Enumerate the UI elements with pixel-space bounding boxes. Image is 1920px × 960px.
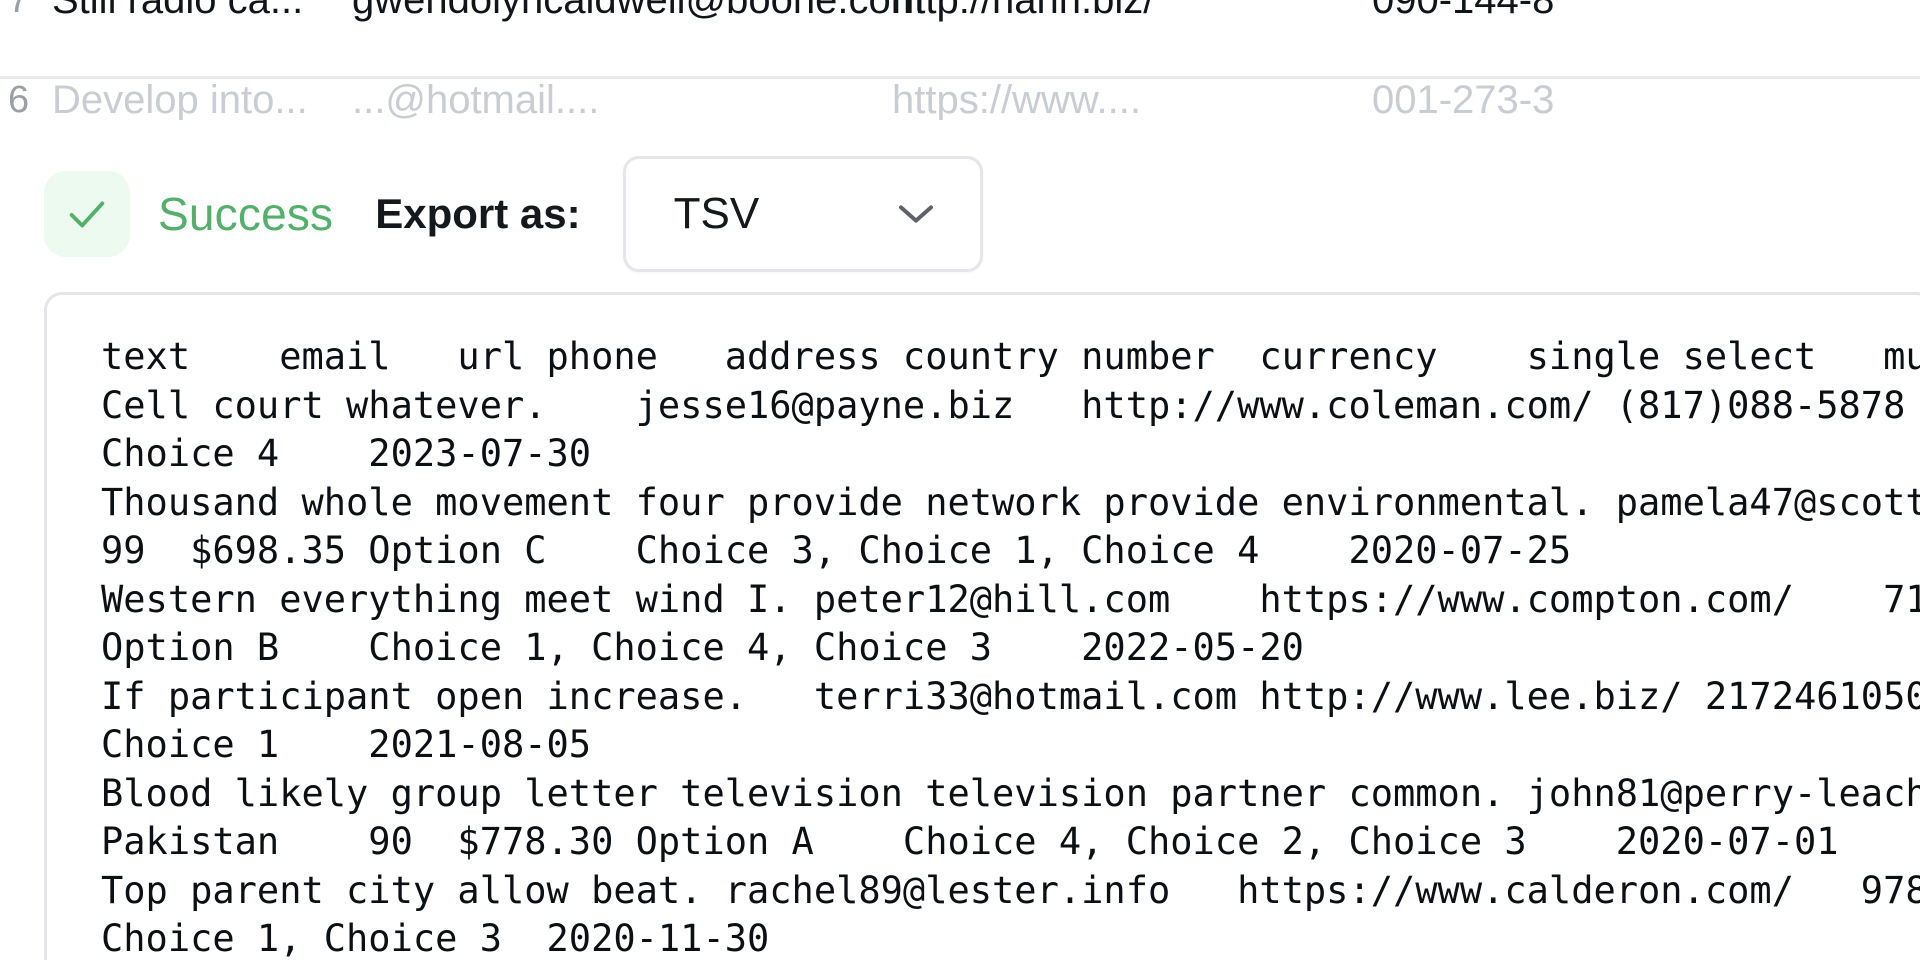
table-row[interactable]: 7 Still radio ca... gwendolyncaldwell@bo…	[0, 0, 1920, 44]
table-cell-index: 6	[8, 78, 30, 121]
table-cell-text: Develop into...	[52, 77, 308, 121]
check-icon	[64, 191, 110, 237]
table-cell-phone: 001-273-3	[1372, 77, 1555, 121]
table-row[interactable]: 6 Develop into... ...@hotmail.... https:…	[0, 56, 1920, 121]
export-preview-text: text email url phone address country num…	[101, 335, 1920, 960]
export-format-value: TSV	[673, 189, 760, 238]
table-cell-url: https://www....	[892, 77, 1141, 121]
status-badge	[44, 171, 130, 257]
table-cell-phone: 090-144-8	[1372, 0, 1792, 23]
table-cell-url: http://hahn.biz/	[892, 0, 1372, 23]
table-cell-index: 7	[8, 0, 52, 22]
chevron-down-icon	[896, 202, 936, 226]
export-preview-scroll[interactable]: text email url phone address country num…	[47, 295, 1920, 960]
export-as-label: Export as:	[375, 190, 581, 237]
table-cell-email: ...@hotmail....	[352, 77, 600, 121]
table-row-divider	[0, 76, 1920, 79]
export-preview-screen: 7 Still radio ca... gwendolyncaldwell@bo…	[0, 0, 1920, 960]
export-format-select[interactable]: TSV	[622, 156, 983, 272]
table-cell-email: gwendolyncaldwell@boone.com	[352, 0, 924, 23]
export-preview-panel[interactable]: text email url phone address country num…	[44, 292, 1920, 960]
export-toolbar: Success Export as: TSV	[44, 156, 983, 272]
data-table-region: 7 Still radio ca... gwendolyncaldwell@bo…	[0, 0, 1920, 120]
status-label: Success	[158, 188, 334, 240]
table-cell-text: Still radio ca...	[52, 0, 352, 23]
